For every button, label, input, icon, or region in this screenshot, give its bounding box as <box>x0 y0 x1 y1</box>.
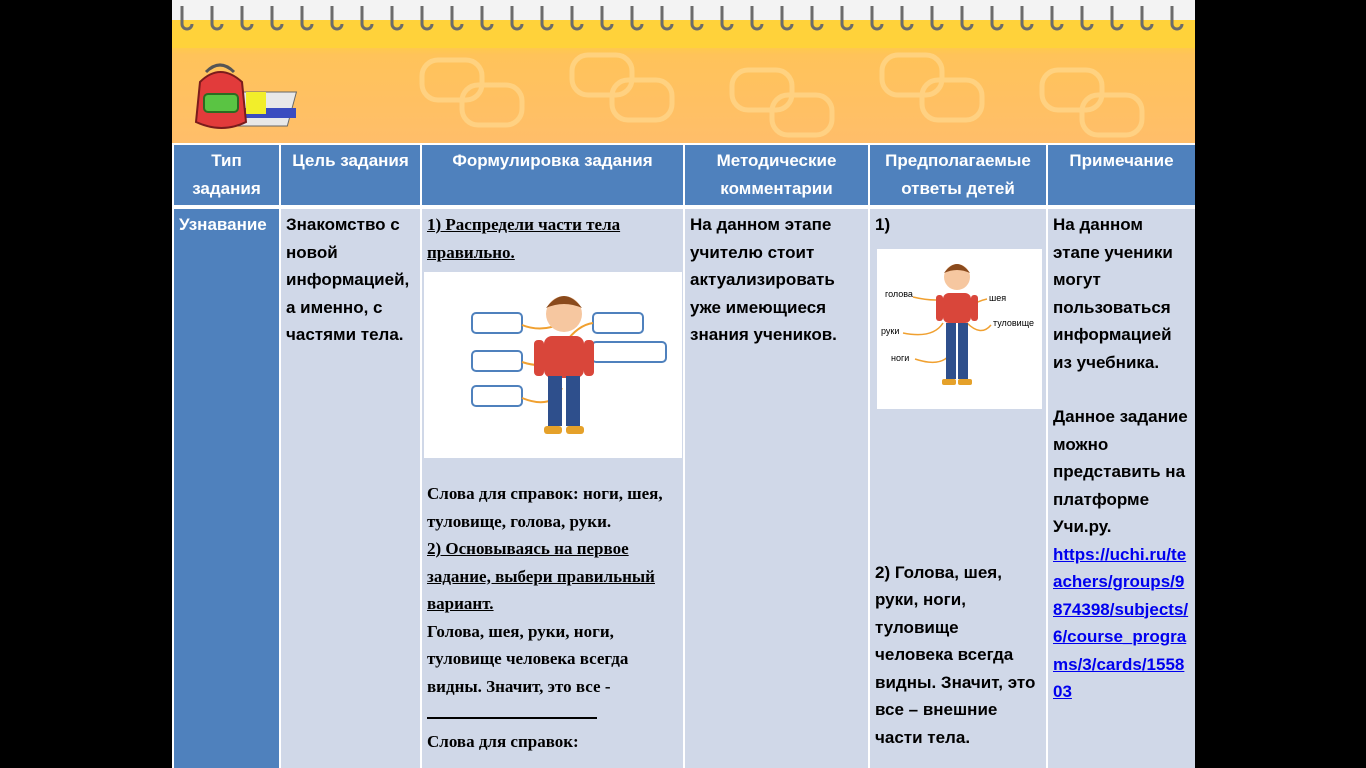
spiral-rings-icon <box>172 0 1195 48</box>
table-row: Узнавание Знакомство с новой информацией… <box>172 205 1195 768</box>
answer1-label: 1) <box>875 215 891 234</box>
table-header-row: Тип задания Цель задания Формулировка за… <box>172 143 1195 208</box>
expected-answers-cell: 1) голова шея руки туловище ноги 2) Голо… <box>868 205 1048 768</box>
task2-words: Слова для справок: <box>427 731 579 751</box>
task2-title: 2) Основываясь на первое задание, выбери… <box>427 539 655 613</box>
labeled-body-parts-image: голова шея руки туловище ноги <box>877 248 1042 409</box>
column-header: Методические комментарии <box>683 143 870 208</box>
answer-label: туловище <box>993 318 1034 328</box>
school-backpack-books-icon <box>194 63 298 129</box>
lesson-table: Тип задания Цель задания Формулировка за… <box>172 143 1195 768</box>
answer2-text: 2) Голова, шея, руки, ноги, туловище чел… <box>875 562 1036 747</box>
column-header: Цель задания <box>279 143 422 208</box>
task1-title: 1) Распредели части тела правильно. <box>427 215 621 262</box>
answer-blank <box>427 703 597 719</box>
answer-label: шея <box>989 293 1006 303</box>
slide: Тип задания Цель задания Формулировка за… <box>172 0 1195 768</box>
task-type-cell: Узнавание <box>172 205 281 768</box>
column-header: Формулировка задания <box>420 143 685 208</box>
methodical-comment-cell: На данном этапе учителю стоит актуализир… <box>683 205 870 768</box>
task-formulation-cell: 1) Распредели части тела правильно. Слов… <box>420 205 685 768</box>
answer-label: ноги <box>891 353 909 363</box>
column-header: Примечание <box>1046 143 1195 208</box>
note2-text: Данное задание можно представить на плат… <box>1053 407 1188 536</box>
body-parts-exercise-image <box>424 272 682 458</box>
decorative-pattern <box>419 52 1145 138</box>
answer-label: руки <box>881 326 899 336</box>
notebook-header <box>172 0 1195 143</box>
column-header: Предполагаемые ответы детей <box>868 143 1048 208</box>
note-cell: На данном этапе ученики могут пользовать… <box>1046 205 1195 768</box>
answer-label: голова <box>885 289 913 299</box>
task2-text: Голова, шея, руки, ноги, туловище челове… <box>427 621 629 696</box>
note1-text: На данном этапе ученики могут пользовать… <box>1053 215 1173 372</box>
task1-words: Слова для справок: ноги, шея, туловище, … <box>427 484 663 531</box>
uchi-ru-link[interactable]: https://uchi.ru/teachers/groups/9874398/… <box>1053 545 1188 702</box>
task-goal-cell: Знакомство с новой информацией, а именно… <box>279 205 422 768</box>
column-header: Тип задания <box>172 143 281 208</box>
